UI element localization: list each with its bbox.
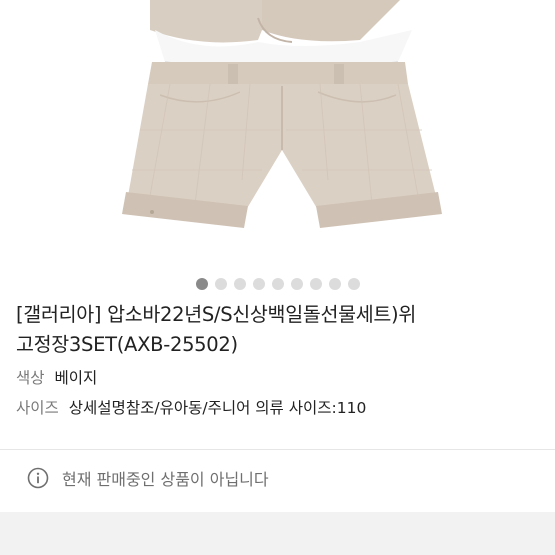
carousel-dot-5[interactable] [271,278,284,290]
carousel-dot-4[interactable] [252,278,265,290]
carousel-dot-1[interactable] [195,278,208,290]
carousel-dot-3[interactable] [233,278,246,290]
color-label: 색상 [16,369,45,387]
product-image[interactable] [0,0,555,268]
carousel-dot-2[interactable] [214,278,227,290]
carousel-dot-9[interactable] [347,278,360,290]
carousel-dot-7[interactable] [309,278,322,290]
size-label: 사이즈 [16,399,59,417]
size-row: 사이즈 상세설명참조/유아동/주니어 의류 사이즈:110 [16,397,366,419]
carousel-dots [0,278,555,292]
carousel-dot-6[interactable] [290,278,303,290]
color-row: 색상 베이지 [16,367,97,389]
size-value: 상세설명참조/유아동/주니어 의류 사이즈:110 [68,399,367,417]
color-value: 베이지 [54,369,98,387]
product-title: [갤러리아] 압소바22년S/S신상백일돌선물세트)위 고정장3SET(AXB-… [16,300,541,360]
sold-out-notice: 현재 판매중인 상품이 아닙니다 [0,449,555,505]
carousel-dot-8[interactable] [328,278,341,290]
product-title-line-2: 고정장3SET(AXB-25502) [16,333,238,356]
product-photo [122,0,442,228]
info-icon [27,467,49,488]
bottom-bar [0,512,555,555]
notice-text: 현재 판매중인 상품이 아닙니다 [62,469,269,489]
product-title-line-1: [갤러리아] 압소바22년S/S신상백일돌선물세트)위 [16,303,416,326]
